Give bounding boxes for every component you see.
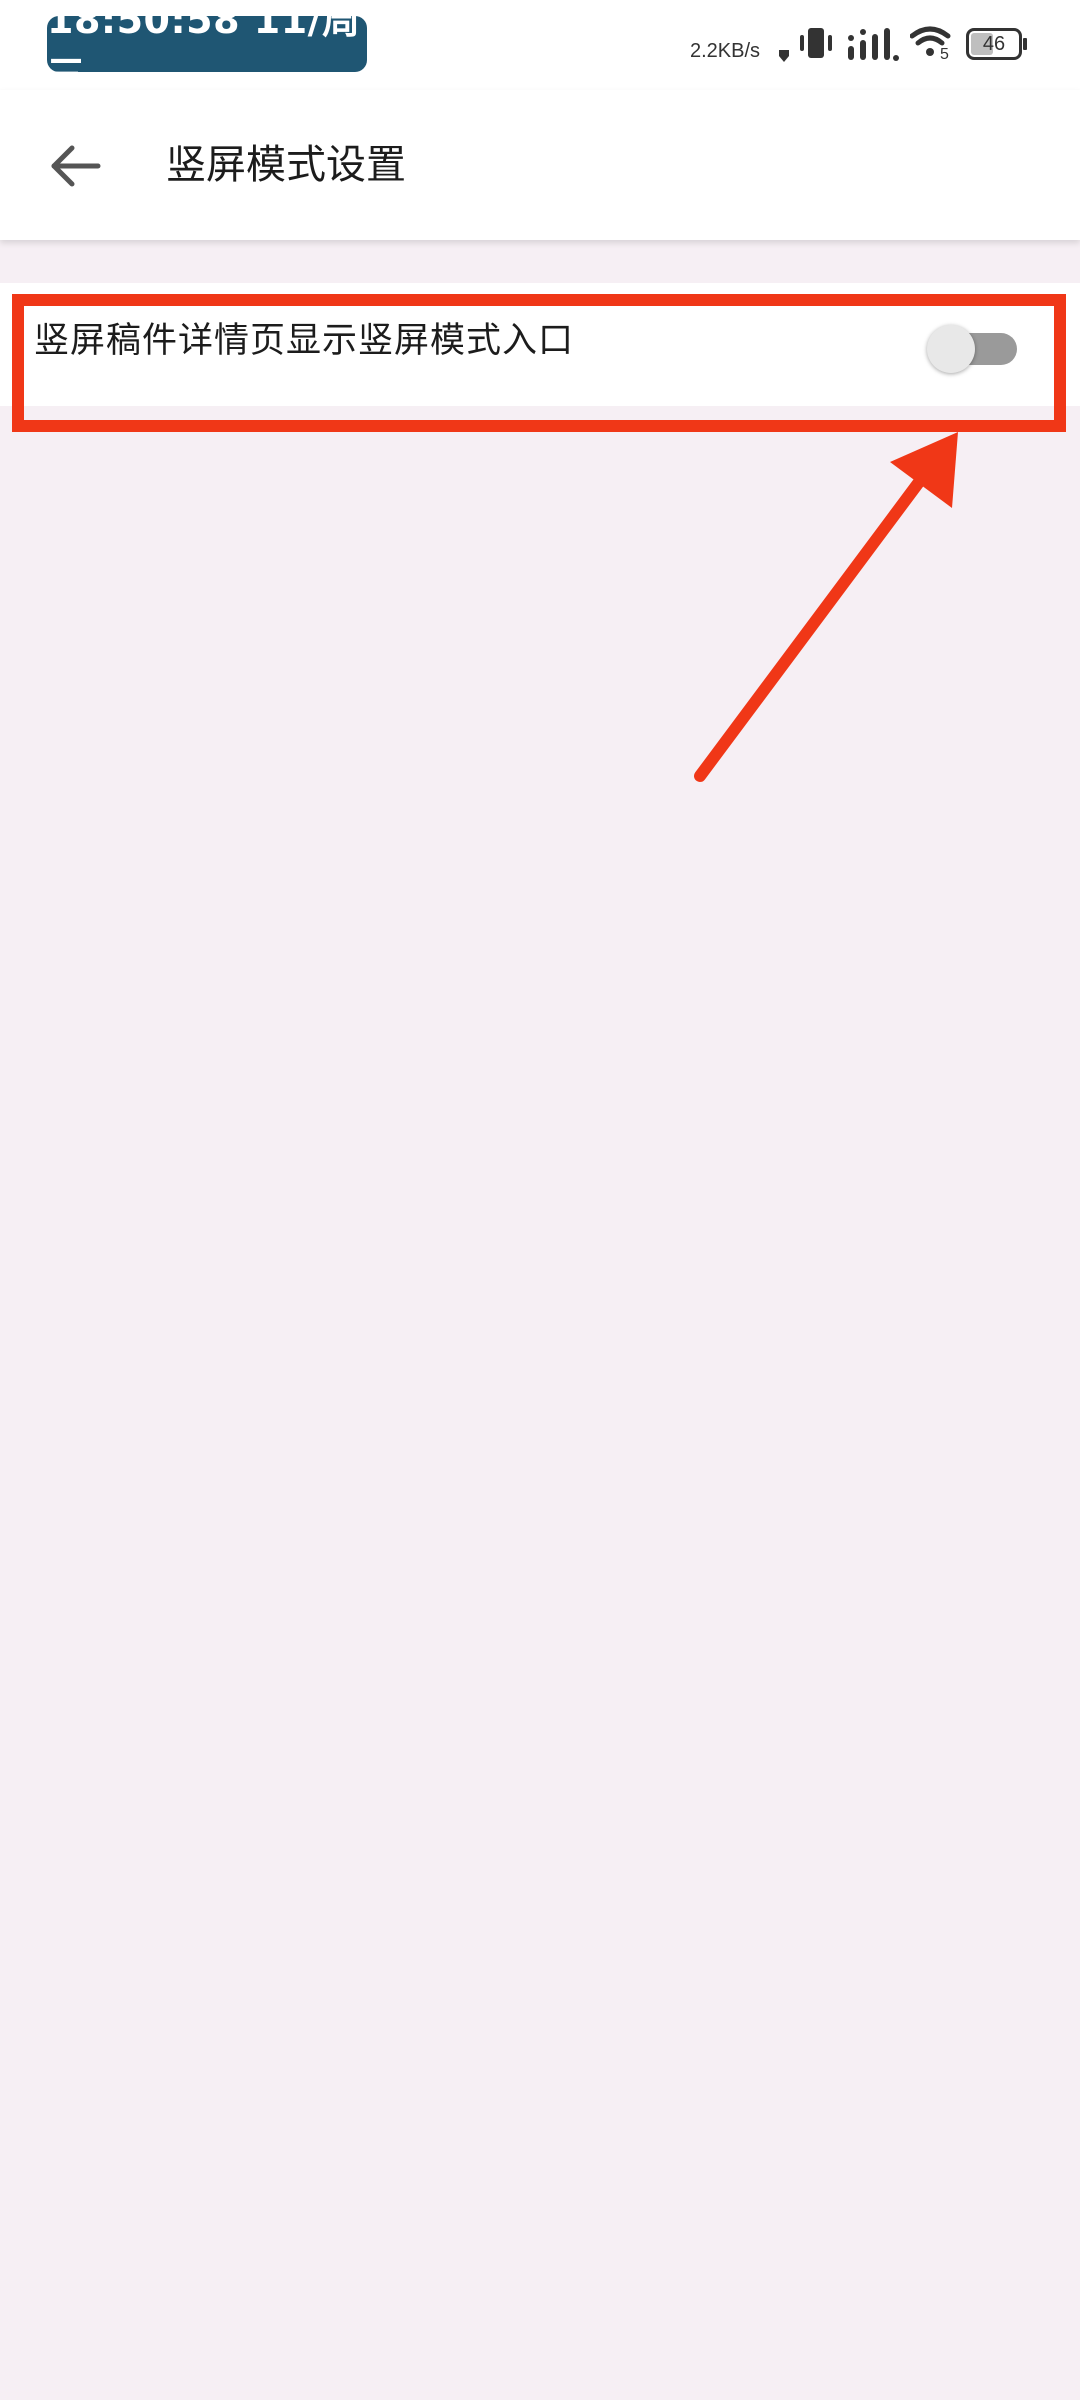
annotation-arrow <box>694 432 958 782</box>
